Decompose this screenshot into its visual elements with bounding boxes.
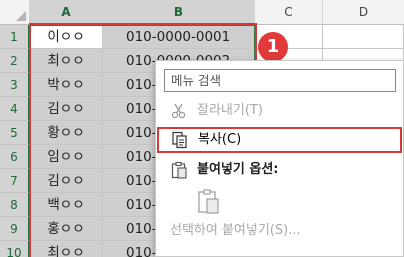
menu-item-label: 잘라내기(T) xyxy=(197,103,263,118)
cell-name[interactable]: 황ㅇㅇ xyxy=(30,121,103,145)
cell-name[interactable]: 임ㅇㅇ xyxy=(30,145,103,169)
row-header[interactable]: 9 xyxy=(0,217,30,241)
row-header[interactable]: 10 xyxy=(0,241,30,257)
cell-name[interactable]: 김ㅇㅇ xyxy=(30,97,103,121)
column-header-a[interactable]: A xyxy=(30,0,103,25)
column-header-d[interactable]: D xyxy=(323,0,404,25)
clipboard-icon xyxy=(170,161,188,179)
menu-search-input[interactable]: 메뉴 검색 xyxy=(164,69,396,92)
cell-name[interactable]: 김ㅇㅇ xyxy=(30,169,103,193)
menu-item-paste-special[interactable]: 선택하여 붙여넣기(S)... xyxy=(156,218,403,244)
cell-name[interactable]: 박ㅇㅇ xyxy=(30,73,103,97)
cell-name[interactable]: 홍ㅇㅇ xyxy=(30,217,103,241)
menu-item-label: 선택하여 붙여넣기(S)... xyxy=(170,223,301,238)
row-header[interactable]: 7 xyxy=(0,169,30,193)
row-header[interactable]: 8 xyxy=(0,193,30,217)
row-header[interactable]: 1 xyxy=(0,25,30,49)
step-badge: 1 xyxy=(258,32,288,62)
row-header[interactable]: 2 xyxy=(0,49,30,73)
context-menu: 메뉴 검색 잘라내기(T) 복사(C) 붙여넣기 옵션: 선택하여 붙여넣기(S… xyxy=(155,60,404,257)
select-all-corner[interactable] xyxy=(0,0,30,25)
cell-phone[interactable]: 010-0000-0001 xyxy=(103,25,255,49)
cell-name[interactable]: 최ㅇㅇ xyxy=(30,241,103,257)
cell-name[interactable]: 백ㅇㅇ xyxy=(30,193,103,217)
scissors-icon xyxy=(170,102,188,120)
menu-item-copy[interactable]: 복사(C) xyxy=(157,127,402,153)
copy-icon xyxy=(171,131,189,149)
menu-item-label: 복사(C) xyxy=(198,132,242,147)
row-header[interactable]: 6 xyxy=(0,145,30,169)
paste-option-clipboard-icon[interactable] xyxy=(196,188,222,216)
cell-name[interactable]: 최ㅇㅇ xyxy=(30,49,103,73)
row-header[interactable]: 4 xyxy=(0,97,30,121)
column-header-b[interactable]: B xyxy=(103,0,255,25)
menu-item-cut[interactable]: 잘라내기(T) xyxy=(156,98,403,124)
column-header-c[interactable]: C xyxy=(255,0,323,25)
spreadsheet-grid: A B C D 1 이ㅇㅇ 010-0000-0001 2 최ㅇㅇ 010-00… xyxy=(0,0,404,257)
paste-options-header: 붙여넣기 옵션: xyxy=(156,157,403,183)
cell-name[interactable]: 이ㅇㅇ xyxy=(30,25,103,49)
menu-item-label: 붙여넣기 옵션: xyxy=(197,162,279,177)
row-header[interactable]: 5 xyxy=(0,121,30,145)
row-header[interactable]: 3 xyxy=(0,73,30,97)
cell-empty[interactable] xyxy=(323,25,404,49)
